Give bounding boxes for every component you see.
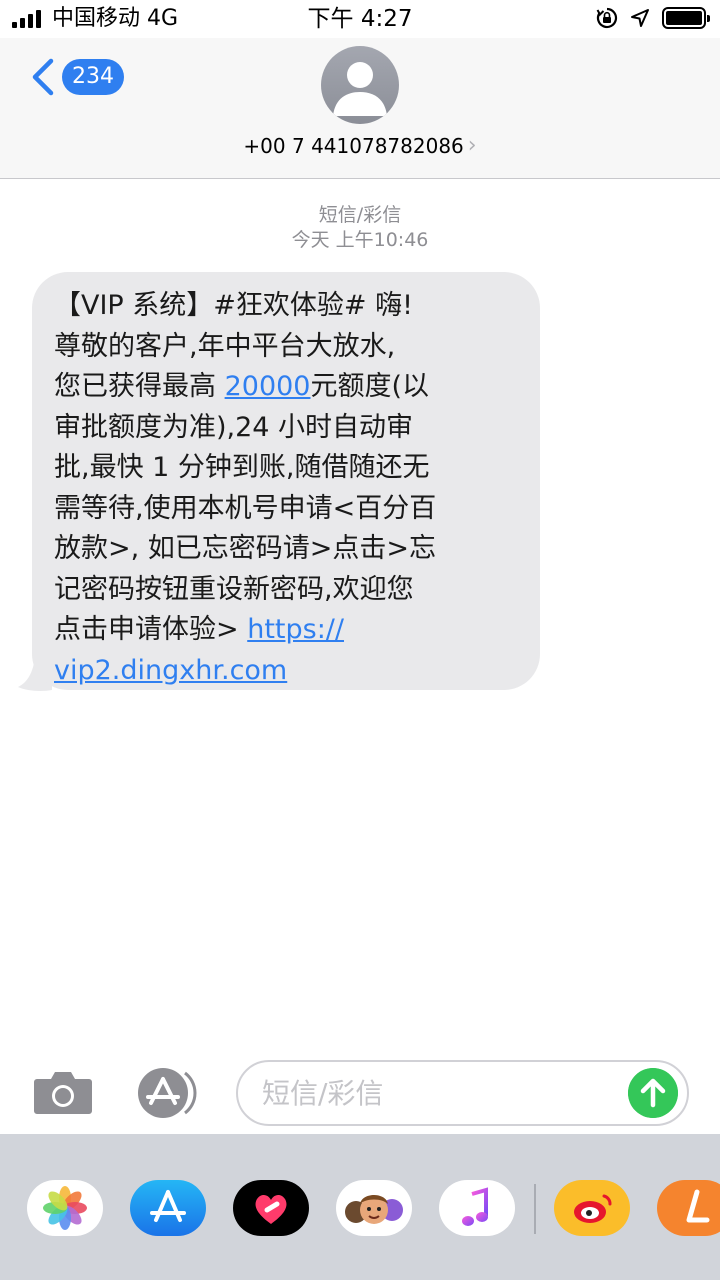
back-button[interactable]: 234	[30, 58, 124, 96]
orientation-lock-icon	[596, 7, 618, 29]
message-type-label: 短信/彩信	[318, 204, 402, 226]
orange-l-app-icon[interactable]	[657, 1180, 720, 1236]
memoji-app-icon[interactable]	[336, 1180, 412, 1236]
url-link-continued[interactable]: vip2.dingxhr.com	[54, 655, 287, 686]
chevron-left-icon	[32, 58, 54, 96]
app-drawer	[0, 1134, 720, 1280]
status-indicators	[596, 7, 710, 29]
arrow-up-icon[interactable]	[628, 1068, 678, 1118]
compose-bar	[0, 1050, 720, 1134]
status-bar: 中国移动 4G 下午 4:27	[0, 0, 720, 38]
person-silhouette-icon[interactable]	[321, 46, 399, 124]
message-line: 点击申请体验>	[54, 614, 248, 645]
music-app-icon[interactable]	[439, 1180, 515, 1236]
conversation-header: 234 +00 7 441078782086 ›	[0, 38, 720, 179]
battery-icon	[662, 7, 710, 29]
battery-fill	[666, 11, 702, 25]
message-line: 元额度(以	[310, 371, 430, 402]
amount-link[interactable]: 20000	[225, 371, 311, 402]
message-line: 您已获得最高	[54, 371, 225, 402]
avatar-silhouette	[333, 62, 387, 116]
photos-app-icon[interactable]	[27, 1180, 103, 1236]
unread-count-badge: 234	[62, 59, 124, 95]
location-arrow-icon	[631, 9, 649, 27]
message-body: 审批额度为准),24 小时自动审 批,最快 1 分钟到账,随借随还无 需等待,使…	[54, 411, 437, 605]
message-line: 尊敬的客户,年中平台大放水,	[54, 330, 396, 362]
contact-number: +00 7 441078782086	[243, 134, 464, 158]
contact-info-button[interactable]: +00 7 441078782086 ›	[0, 132, 720, 160]
message-timestamp: 今天 上午10:46	[291, 229, 429, 251]
message-input[interactable]	[236, 1060, 689, 1126]
app-store-icon[interactable]	[133, 1067, 203, 1119]
digital-touch-app-icon[interactable]	[233, 1180, 309, 1236]
app-store-app-icon[interactable]	[130, 1180, 206, 1236]
drawer-divider	[534, 1184, 536, 1234]
camera-icon[interactable]	[33, 1069, 93, 1115]
url-link[interactable]: https://	[247, 614, 344, 645]
incoming-message-bubble[interactable]: 【VIP 系统】#狂欢体验# 嗨! 尊敬的客户,年中平台大放水, 您已获得最高 …	[32, 272, 540, 690]
weibo-app-icon[interactable]	[554, 1180, 630, 1236]
message-line: 【VIP 系统】#狂欢体验# 嗨!	[54, 290, 413, 321]
chevron-right-icon: ›	[467, 133, 477, 158]
